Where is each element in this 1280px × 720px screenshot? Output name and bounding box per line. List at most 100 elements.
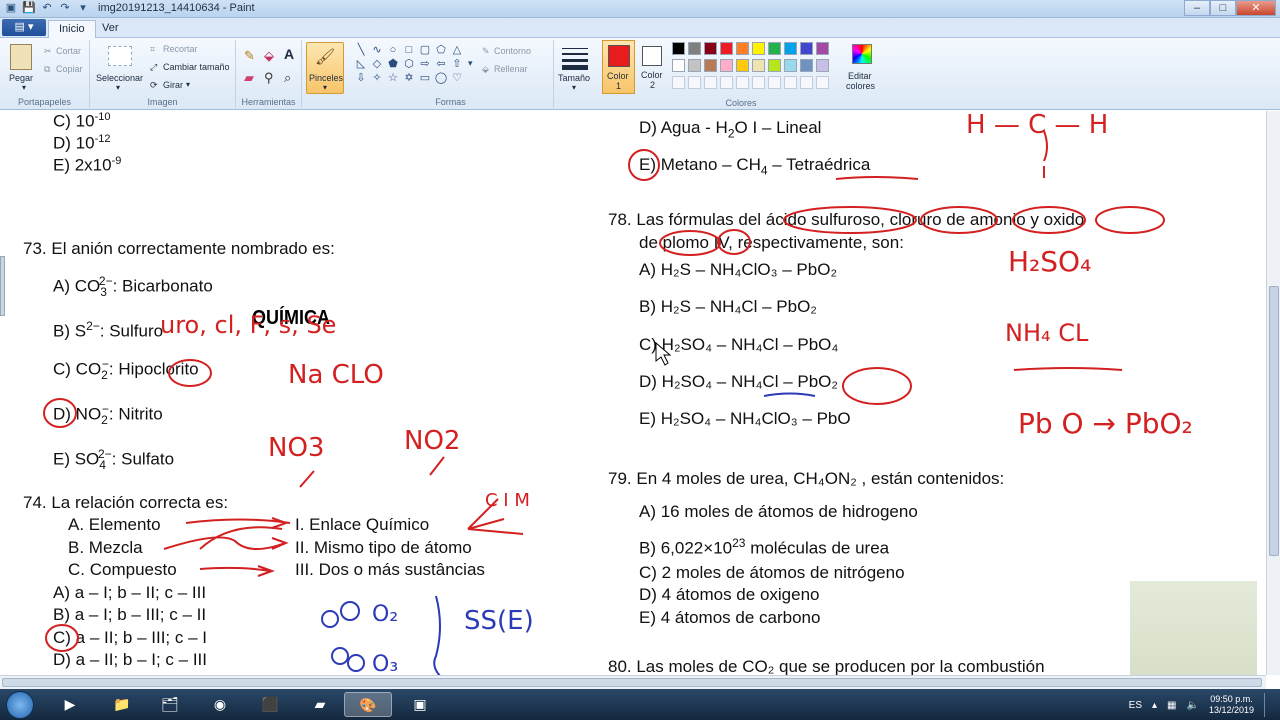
custom-color-slot[interactable]: [816, 76, 829, 89]
custom-color-slot[interactable]: [752, 76, 765, 89]
close-button[interactable]: ✕: [1236, 0, 1276, 16]
palette-swatch[interactable]: [688, 42, 701, 55]
minimize-button[interactable]: –: [1184, 0, 1210, 16]
tray-expand-icon[interactable]: ▴: [1152, 700, 1157, 711]
palette-swatch[interactable]: [720, 42, 733, 55]
palette-swatch[interactable]: [736, 42, 749, 55]
explorer-icon[interactable]: 🗂: [146, 692, 194, 717]
rotate-dropdown-icon[interactable]: ▾: [186, 80, 190, 89]
crop-button[interactable]: Recortar: [163, 44, 198, 54]
palette-swatch[interactable]: [672, 42, 685, 55]
custom-color-slot[interactable]: [768, 76, 781, 89]
select-dropdown-icon[interactable]: ▾: [116, 83, 120, 92]
oval-shape-icon[interactable]: ○: [386, 44, 400, 56]
palette-swatch[interactable]: [720, 59, 733, 72]
clock[interactable]: 09:50 p.m. 13/12/2019: [1209, 694, 1254, 716]
paint-taskbar-icon[interactable]: 🎨: [344, 692, 392, 717]
shapes-scroll-icon[interactable]: ▾: [468, 58, 473, 69]
canvas-resize-handle[interactable]: [0, 256, 5, 316]
palette-swatch[interactable]: [704, 59, 717, 72]
custom-color-slot[interactable]: [704, 76, 717, 89]
six-star-shape-icon[interactable]: ✡: [402, 72, 416, 84]
qat-dropdown-icon[interactable]: ▾: [76, 1, 90, 15]
cut-button[interactable]: Cortar: [56, 46, 81, 56]
palette-swatch[interactable]: [736, 59, 749, 72]
tab-ver[interactable]: Ver: [92, 20, 129, 38]
shapes-gallery[interactable]: ╲ ∿ ○ □ ▢ ⬠ △ ◺ ◇ ⬟ ⬡ ⇨ ⇦ ⇧ ⇩ ✧ ☆ ✡ ▭ ◯ ♡: [354, 44, 464, 84]
show-desktop-button[interactable]: [1264, 693, 1274, 717]
rounded-rectangle-shape-icon[interactable]: ▢: [418, 44, 432, 56]
network-icon[interactable]: ▦: [1167, 700, 1176, 711]
custom-color-slot[interactable]: [800, 76, 813, 89]
paste-dropdown-icon[interactable]: ▾: [22, 83, 26, 92]
palette-swatch[interactable]: [752, 42, 765, 55]
palette-swatch[interactable]: [800, 42, 813, 55]
resize-button[interactable]: Cambiar tamaño: [163, 62, 230, 72]
right-triangle-shape-icon[interactable]: ◺: [354, 58, 368, 70]
fill-icon[interactable]: ⬙: [264, 48, 274, 64]
paste-icon[interactable]: [10, 44, 32, 70]
size-lines-icon[interactable]: [562, 46, 588, 70]
app-icon[interactable]: ▰: [296, 692, 344, 717]
horizontal-scroll-thumb[interactable]: [2, 678, 1262, 687]
oval-callout-shape-icon[interactable]: ◯: [434, 72, 448, 84]
heart-shape-icon[interactable]: ♡: [450, 72, 464, 84]
outline-button[interactable]: Contorno: [494, 46, 531, 56]
custom-color-slot[interactable]: [720, 76, 733, 89]
rotate-button[interactable]: Girar: [163, 80, 183, 90]
rotate-icon[interactable]: ⟳: [150, 80, 158, 91]
volume-icon[interactable]: 🔈: [1187, 700, 1199, 711]
color2-button[interactable]: Color 2: [637, 40, 670, 94]
paint-canvas[interactable]: C) 10-10 D) 10-12 E) 2x10-9 QUÍMICA 73. …: [0, 111, 1266, 675]
palette-swatch[interactable]: [704, 42, 717, 55]
callout-shape-icon[interactable]: ▭: [418, 72, 432, 84]
resize-icon[interactable]: ⤢: [150, 62, 157, 73]
edit-colors-button[interactable]: Editar colores: [844, 40, 880, 94]
pdf-reader-icon[interactable]: ⬛: [246, 692, 294, 717]
palette-swatch[interactable]: [752, 59, 765, 72]
palette-swatch[interactable]: [784, 59, 797, 72]
paint-app-icon[interactable]: ▣: [4, 1, 18, 15]
pencil-icon[interactable]: ✎: [244, 48, 255, 64]
five-star-shape-icon[interactable]: ☆: [386, 72, 400, 84]
vertical-scrollbar[interactable]: [1266, 111, 1280, 675]
size-dropdown-icon[interactable]: ▾: [572, 83, 576, 92]
cut-icon[interactable]: ✂: [44, 46, 52, 57]
palette-swatch[interactable]: [800, 59, 813, 72]
custom-color-slot[interactable]: [736, 76, 749, 89]
custom-color-slot[interactable]: [784, 76, 797, 89]
up-arrow-shape-icon[interactable]: ⇧: [450, 58, 464, 70]
folder-icon[interactable]: 📁: [98, 692, 146, 717]
outline-icon[interactable]: ✎: [482, 46, 490, 57]
horizontal-scrollbar[interactable]: [0, 675, 1266, 689]
recorder-icon[interactable]: ▣: [396, 692, 444, 717]
brushes-button[interactable]: 🖌 Pinceles ▾: [306, 42, 344, 94]
palette-swatch[interactable]: [816, 42, 829, 55]
vertical-scroll-thumb[interactable]: [1269, 286, 1279, 556]
palette-swatch[interactable]: [784, 42, 797, 55]
media-player-icon[interactable]: ▶: [46, 692, 94, 717]
size-button[interactable]: Tamaño: [558, 73, 590, 83]
custom-color-slot[interactable]: [672, 76, 685, 89]
redo-icon[interactable]: ↷: [58, 1, 72, 15]
palette-swatch[interactable]: [768, 59, 781, 72]
polygon-shape-icon[interactable]: ⬠: [434, 44, 448, 56]
language-indicator[interactable]: ES: [1129, 700, 1142, 711]
save-icon[interactable]: 💾: [22, 1, 36, 15]
palette-swatch[interactable]: [672, 59, 685, 72]
copy-icon[interactable]: ⧉: [44, 64, 50, 75]
file-menu-button[interactable]: ▤ ▾: [2, 19, 46, 36]
text-icon[interactable]: A: [284, 46, 294, 62]
palette-swatch[interactable]: [688, 59, 701, 72]
copy-button[interactable]: Copiar: [56, 64, 83, 74]
magnifier-icon[interactable]: ⌕: [284, 70, 291, 86]
curve-shape-icon[interactable]: ∿: [370, 44, 384, 56]
rectangle-shape-icon[interactable]: □: [402, 44, 416, 56]
color-picker-icon[interactable]: ⚲: [264, 70, 274, 86]
paste-button[interactable]: Pegar: [9, 73, 33, 83]
fill-shape-icon[interactable]: ⬙: [482, 64, 489, 75]
down-arrow-shape-icon[interactable]: ⇩: [354, 72, 368, 84]
undo-icon[interactable]: ↶: [40, 1, 54, 15]
pentagon-shape-icon[interactable]: ⬟: [386, 58, 400, 70]
palette-swatch[interactable]: [768, 42, 781, 55]
